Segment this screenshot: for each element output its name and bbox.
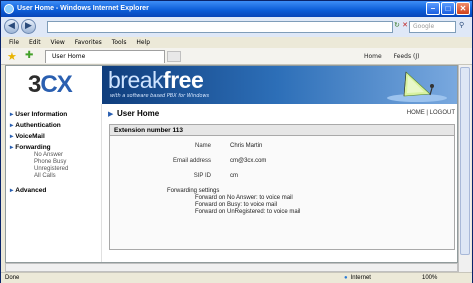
windsurfer-image (387, 71, 447, 102)
close-button[interactable]: ✕ (456, 2, 470, 15)
sidebar-item-advanced[interactable]: Advanced (10, 186, 46, 194)
maximize-button[interactable]: □ (441, 2, 455, 15)
sipid-value: cm (230, 173, 238, 179)
tagline: with a software based PBX for Windows (110, 93, 210, 99)
menu-tools[interactable]: Tools (112, 39, 127, 46)
new-tab-button[interactable] (167, 51, 181, 62)
sidebar-item-voicemail[interactable]: VoiceMail (10, 132, 45, 140)
forwarding-settings-label: Forwarding settings (167, 188, 220, 194)
sidebar-subitem-phone-busy[interactable]: Phone Busy (34, 159, 66, 165)
menu-edit[interactable]: Edit (29, 39, 41, 46)
extension-panel: Extension number 113 Name Chris Martin E… (109, 124, 455, 250)
menu-help[interactable]: Help (136, 39, 150, 46)
address-bar: ◀ ▶ ↻ ✕ Google ⚲ (1, 17, 472, 37)
menu-favorites[interactable]: Favorites (75, 39, 102, 46)
sipid-label: SIP ID (193, 173, 211, 179)
sidebar-subitem-unregistered[interactable]: Unregistered (34, 166, 68, 172)
sidebar-subitem-no-answer[interactable]: No Answer (34, 152, 63, 158)
page-title: User Home (117, 109, 160, 118)
sidebar-item-user-information[interactable]: User Information (10, 110, 67, 118)
sidebar-subitem-all-calls[interactable]: All Calls (34, 173, 56, 179)
scrollbar-thumb[interactable] (460, 67, 470, 255)
browser-window: User Home - Windows Internet Explorer – … (0, 0, 473, 283)
title-bar: User Home - Windows Internet Explorer – … (1, 1, 472, 17)
favorites-bar: ★ ✚ User Home Home Feeds (J) (1, 48, 472, 65)
sidebar-item-forwarding[interactable]: Forwarding (10, 143, 50, 151)
internet-zone: Internet (344, 273, 371, 283)
breakfree-logo: breakfree (108, 67, 204, 93)
name-value: Chris Martin (230, 143, 263, 149)
home-logout-links[interactable]: HOME | LOGOUT (407, 110, 455, 116)
menu-view[interactable]: View (51, 39, 65, 46)
feeds-button[interactable]: Feeds (J) (394, 53, 420, 60)
email-label: Email address (172, 158, 211, 164)
forwarding-line: Forward on No Answer: to voice mail (195, 195, 293, 201)
vertical-scrollbar[interactable] (458, 65, 471, 272)
forwarding-line: Forward on Busy: to voice mail (195, 202, 278, 208)
tab-label: User Home (52, 53, 86, 60)
header-banner: 3CX breakfree with a software based PBX … (6, 66, 457, 104)
sidebar-item-authentication[interactable]: Authentication (10, 121, 61, 129)
name-label: Name (194, 143, 211, 149)
add-favorite-icon[interactable]: ✚ (25, 50, 33, 61)
zoom-level[interactable]: 100% (422, 273, 437, 283)
page-viewport: 3CX breakfree with a software based PBX … (5, 65, 458, 263)
search-input[interactable]: Google (409, 21, 456, 33)
menu-bar: File Edit View Favorites Tools Help (1, 37, 472, 48)
command-bar: Home Feeds (J) (364, 51, 429, 62)
title-arrow-icon: ▶ (108, 110, 114, 118)
tab-user-home[interactable]: User Home (45, 50, 165, 63)
forwarding-line: Forward on UnRegistered: to voice mail (195, 209, 301, 215)
back-icon[interactable]: ◀ (4, 19, 19, 34)
home-button[interactable]: Home (364, 53, 382, 60)
window-title: User Home - Windows Internet Explorer (17, 5, 149, 12)
status-bar: Done Internet 100% (1, 272, 472, 283)
url-input[interactable] (47, 21, 393, 33)
3cx-logo: 3CX (28, 71, 73, 98)
status-text: Done (5, 275, 20, 281)
favorites-star-icon[interactable]: ★ (7, 50, 17, 63)
search-icon[interactable]: ⚲ (459, 21, 464, 29)
email-value: cm@3cx.com (230, 158, 267, 164)
horizontal-scrollbar[interactable] (5, 263, 458, 272)
minimize-button[interactable]: – (426, 2, 440, 15)
main-content: ▶ User Home HOME | LOGOUT Extension numb… (103, 104, 457, 262)
window-controls: – □ ✕ (426, 2, 470, 15)
forward-icon[interactable]: ▶ (21, 19, 36, 34)
sidebar-nav: User Information Authentication VoiceMai… (6, 104, 102, 262)
refresh-stop-icons[interactable]: ↻ ✕ (394, 21, 408, 29)
ie-icon (4, 4, 14, 14)
extension-header: Extension number 113 (110, 125, 454, 136)
menu-file[interactable]: File (9, 39, 19, 46)
